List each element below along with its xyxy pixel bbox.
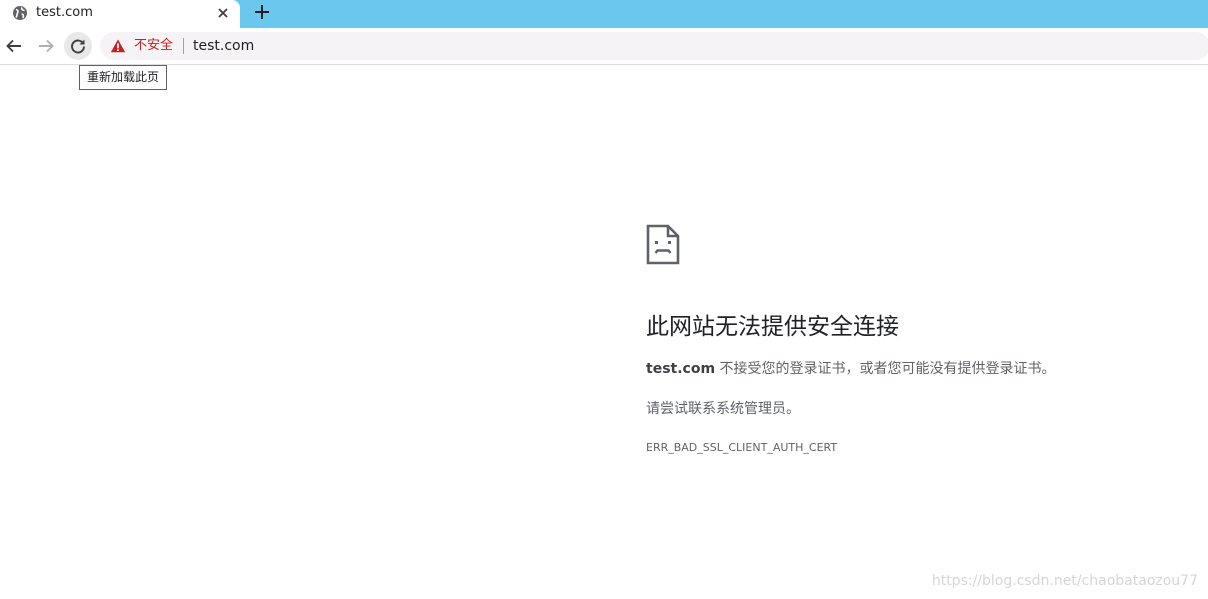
tab-strip: test.com [0,0,1208,28]
error-suggestion: 请尝试联系系统管理员。 [646,401,800,417]
arrow-left-icon [6,39,21,53]
error-description-text: 不接受您的登录证书，或者您可能没有提供登录证书。 [715,361,1056,377]
forward-button[interactable] [32,32,60,60]
error-description: test.com 不接受您的登录证书，或者您可能没有提供登录证书。 [646,359,1056,379]
toolbar: 不安全 test.com [0,28,1208,65]
reload-button[interactable] [64,32,92,60]
globe-icon [13,6,27,20]
url-text[interactable]: test.com [193,37,254,55]
reload-tooltip: 重新加载此页 [79,65,168,90]
tab-title: test.com [36,5,93,20]
reload-icon [71,39,85,54]
error-host: test.com [646,361,716,377]
close-icon[interactable] [214,4,232,22]
arrow-right-icon [39,39,54,53]
back-button[interactable] [0,32,28,60]
sad-document-icon [646,224,680,265]
warning-triangle-icon[interactable] [110,38,126,54]
error-code: ERR_BAD_SSL_CLIENT_AUTH_CERT [646,441,838,454]
watermark: https://blog.csdn.net/chaobataozou77 [931,573,1198,589]
omnibox-divider [183,38,184,54]
security-status-label[interactable]: 不安全 [134,38,173,54]
plus-icon[interactable] [252,2,272,22]
address-bar[interactable]: 不安全 test.com [100,32,1208,60]
tab-test-com[interactable]: test.com [0,0,240,28]
error-heading: 此网站无法提供安全连接 [646,314,899,340]
